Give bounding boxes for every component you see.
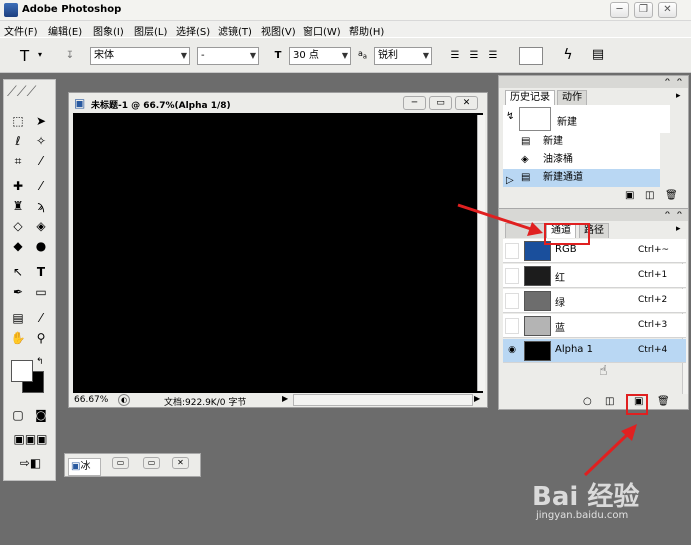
baidu-jingyan-watermark: Bai 经验 jingyan.baidu.com bbox=[532, 482, 640, 521]
annotation-arrows bbox=[457, 203, 637, 477]
arrow-to-new-channel-button bbox=[583, 431, 631, 477]
arrow-to-channels-tab bbox=[457, 203, 535, 232]
